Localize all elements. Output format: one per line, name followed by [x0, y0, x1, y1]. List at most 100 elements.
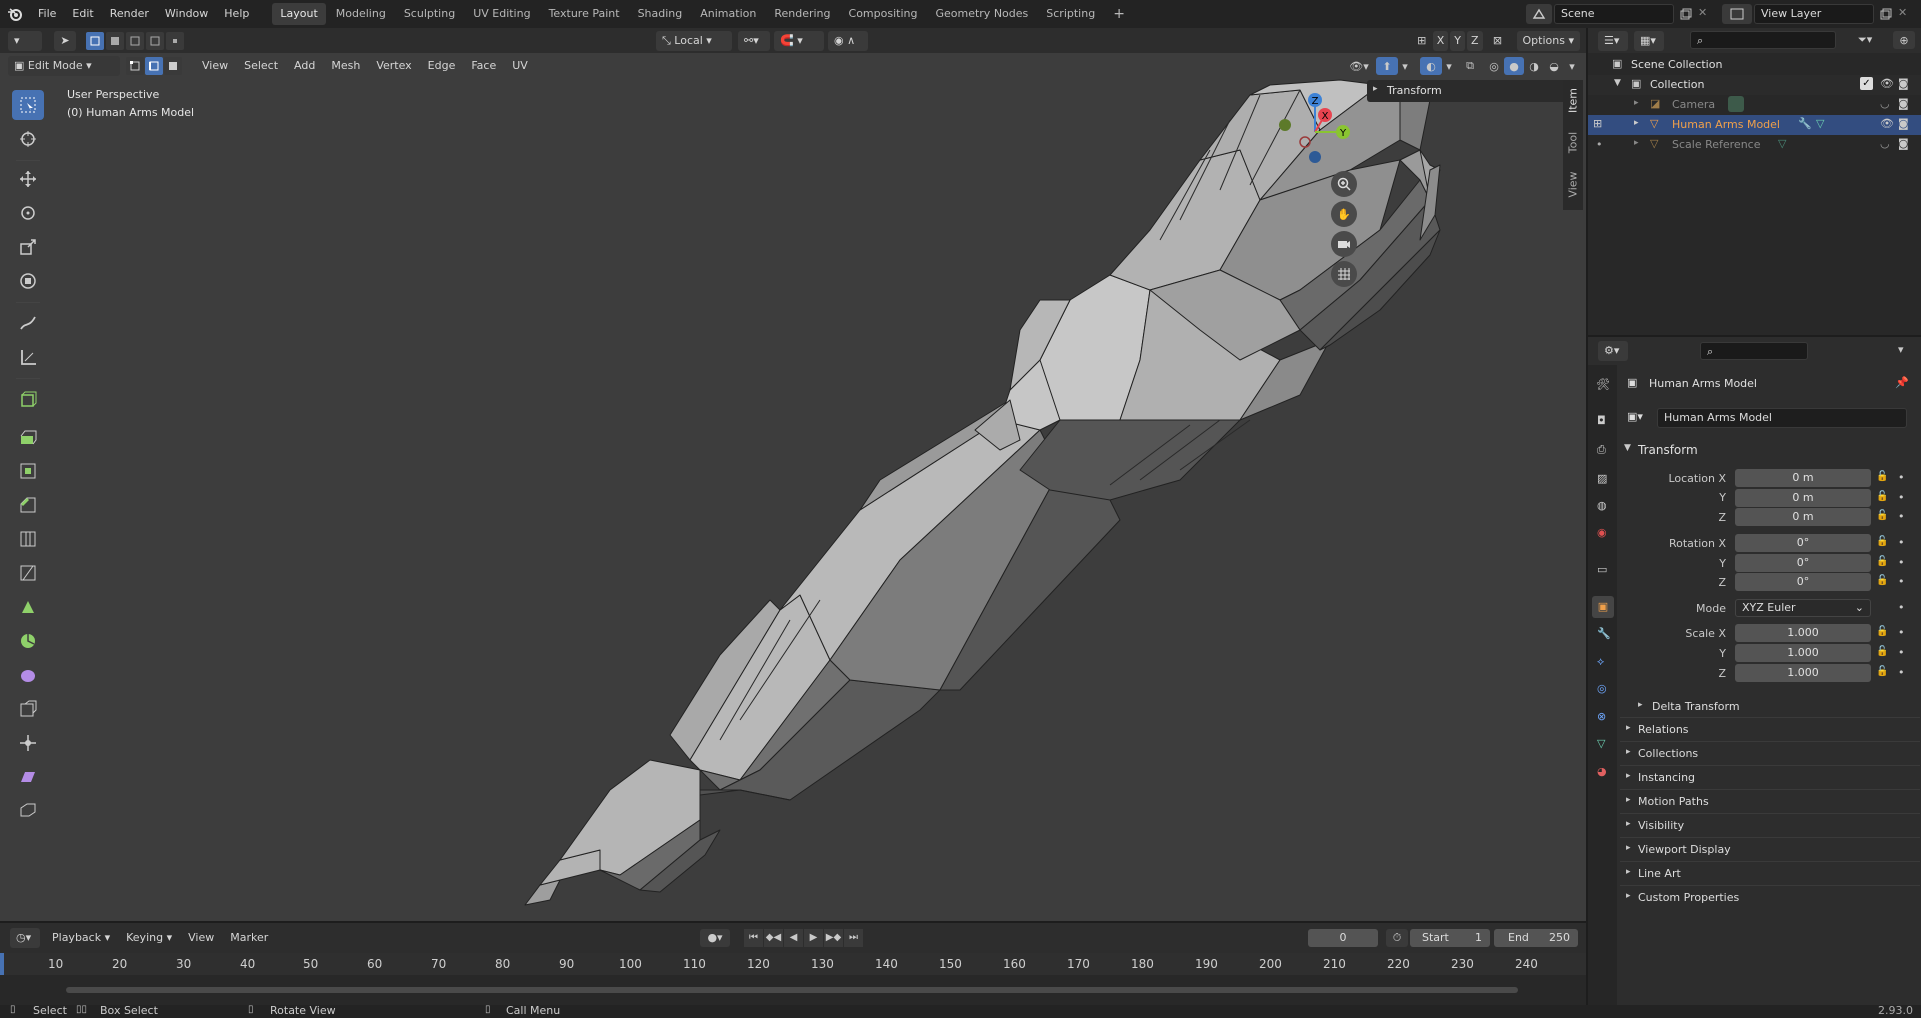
jump-keyframe-back-icon[interactable]: ◆◀	[764, 929, 783, 947]
view-layer-field[interactable]: View Layer	[1754, 4, 1874, 24]
tab-item[interactable]: Item	[1567, 83, 1580, 119]
current-frame-field[interactable]: 0	[1308, 929, 1378, 947]
start-frame-field[interactable]: Start 1	[1410, 929, 1490, 947]
tab-material-icon[interactable]: ◕	[1597, 765, 1607, 778]
scale-y-field[interactable]: 1.000	[1735, 644, 1871, 662]
new-collection-icon[interactable]: ⊕	[1893, 31, 1915, 49]
pan-view-icon[interactable]: ✋	[1331, 201, 1357, 227]
keyframe-dot-icon[interactable]: •	[1898, 536, 1905, 549]
location-y-field[interactable]: 0 m	[1735, 489, 1871, 507]
delta-expand-icon[interactable]: ▸	[1638, 700, 1643, 710]
rotation-mode-dropdown[interactable]: XYZ Euler ⌄	[1735, 599, 1871, 617]
section-line-art[interactable]: ▸ Line Art	[1620, 861, 1920, 883]
outliner-row-collection[interactable]: ▼ ▣ Collection ✓ 👁 ◙	[1588, 75, 1921, 95]
section-collections[interactable]: ▸ Collections	[1620, 741, 1920, 763]
properties-editor-type-button[interactable]: ⚙▾	[1598, 341, 1628, 361]
section-instancing[interactable]: ▸ Instancing	[1620, 765, 1920, 787]
menu-marker[interactable]: Marker	[222, 923, 276, 953]
filter-icon[interactable]: ⏷▾	[1858, 33, 1872, 47]
view-layer-copy-icon[interactable]	[1876, 4, 1896, 24]
camera-render-icon[interactable]: ◙	[1898, 97, 1909, 110]
play-icon[interactable]: ▶	[804, 929, 823, 947]
mesh-data-icon[interactable]: ▽	[1816, 117, 1824, 130]
properties-options-icon[interactable]: ▾	[1898, 343, 1904, 356]
tab-view-layer-icon[interactable]: ▨	[1597, 472, 1607, 485]
eye-closed-icon[interactable]: ◡	[1880, 137, 1890, 150]
location-x-field[interactable]: 0 m	[1735, 469, 1871, 487]
lock-icon[interactable]: 🔓	[1876, 510, 1888, 521]
pin-icon[interactable]: 📌	[1895, 376, 1909, 389]
lock-icon[interactable]: 🔓	[1876, 646, 1888, 657]
menu-playback[interactable]: Playback ▾	[44, 923, 118, 953]
camera-data-icon[interactable]	[1728, 96, 1744, 112]
data-block-name-field[interactable]: Human Arms Model	[1657, 408, 1907, 428]
view-layer-close-icon[interactable]: ✕	[1898, 6, 1907, 19]
outliner-editor-type-button[interactable]: ☰▾	[1598, 30, 1628, 51]
scale-x-field[interactable]: 1.000	[1735, 624, 1871, 642]
data-block-selector[interactable]: ▣▾ Human Arms Model	[1625, 408, 1908, 428]
section-custom-properties[interactable]: ▸ Custom Properties	[1620, 885, 1920, 907]
delta-transform-subpanel[interactable]: ▸ Delta Transform	[1636, 698, 1906, 716]
zoom-view-icon[interactable]	[1331, 171, 1357, 197]
tab-data-icon[interactable]: ▽	[1597, 737, 1605, 750]
tab-physics-icon[interactable]: ◎	[1597, 682, 1607, 695]
tab-output-icon[interactable]: ⎙	[1597, 443, 1606, 457]
keyframe-dot-icon[interactable]: •	[1898, 575, 1905, 588]
outliner-row-scale-reference[interactable]: • ▸ ▽ Scale Reference ▽ ◡ ◙	[1588, 135, 1921, 155]
jump-end-icon[interactable]: ⏭	[844, 929, 863, 947]
lock-icon[interactable]: 🔓	[1876, 536, 1888, 547]
human-arms-expand-icon[interactable]: ▸	[1634, 118, 1639, 128]
eye-icon[interactable]: 👁	[1880, 77, 1894, 90]
camera-render-icon[interactable]: ◙	[1898, 77, 1909, 90]
transform-expand-icon[interactable]: ▼	[1624, 443, 1631, 453]
eye-closed-icon[interactable]: ◡	[1880, 97, 1890, 110]
keyframe-dot-icon[interactable]: •	[1898, 510, 1905, 523]
tab-constraints-icon[interactable]: ⊗	[1597, 710, 1606, 723]
timeline-ruler[interactable]	[0, 953, 1586, 975]
edit-mode-indicator-icon[interactable]: ⊞	[1593, 117, 1602, 130]
section-motion-paths[interactable]: ▸ Motion Paths	[1620, 789, 1920, 811]
camera-render-icon[interactable]: ◙	[1898, 137, 1909, 150]
lock-icon[interactable]: 🔓	[1876, 471, 1888, 482]
keyframe-dot-icon[interactable]: •	[1898, 601, 1905, 614]
timeline-scrollbar[interactable]	[66, 987, 1518, 993]
collection-checkbox[interactable]: ✓	[1860, 77, 1873, 90]
outliner-row-scene-collection[interactable]: ▣ Scene Collection	[1588, 55, 1921, 75]
scene-copy-icon[interactable]	[1676, 4, 1696, 24]
rotation-z-field[interactable]: 0°	[1735, 573, 1871, 591]
keyframe-dot-icon[interactable]: •	[1898, 491, 1905, 504]
data-block-type-icon[interactable]: ▣▾	[1627, 410, 1643, 423]
keyframe-dot-icon[interactable]: •	[1898, 556, 1905, 569]
keyframe-dot-icon[interactable]: •	[1898, 626, 1905, 639]
record-button[interactable]: ●▾	[700, 929, 730, 947]
timeline-editor-type-button[interactable]: ◷▾	[10, 928, 40, 948]
lock-icon[interactable]: 🔓	[1876, 491, 1888, 502]
tab-collection-icon[interactable]: ▭	[1597, 563, 1607, 576]
stopwatch-icon[interactable]: ⏱	[1386, 929, 1408, 947]
location-z-field[interactable]: 0 m	[1735, 508, 1871, 526]
jump-keyframe-forward-icon[interactable]: ▶◆	[824, 929, 843, 947]
keyframe-dot-icon[interactable]: •	[1898, 666, 1905, 679]
outliner-row-camera[interactable]: ▸ ◪ Camera ◡ ◙	[1588, 95, 1921, 115]
scale-ref-expand-icon[interactable]: ▸	[1634, 138, 1639, 148]
tab-scene-icon[interactable]: ◍	[1597, 499, 1607, 512]
end-frame-field[interactable]: End 250	[1494, 929, 1578, 947]
n-panel-title[interactable]: Transform	[1387, 84, 1442, 97]
outliner-search-input[interactable]: ⌕	[1690, 31, 1836, 49]
section-viewport-display[interactable]: ▸ Viewport Display	[1620, 837, 1920, 859]
view-layer-icon[interactable]	[1722, 4, 1752, 24]
keyframe-dot-icon[interactable]: •	[1898, 471, 1905, 484]
camera-expand-icon[interactable]: ▸	[1634, 98, 1639, 108]
eye-icon[interactable]: 👁	[1880, 117, 1894, 130]
jump-start-icon[interactable]: ⏮	[744, 929, 763, 947]
outliner-row-human-arms-model[interactable]: ⊞ ▸ ▽ Human Arms Model 🔧 ▽ 👁 ◙	[1588, 115, 1921, 135]
tab-modifier-icon[interactable]: 🔧	[1597, 627, 1611, 640]
navigation-gizmo[interactable]: Z X Y	[1270, 90, 1350, 170]
playhead[interactable]	[0, 953, 4, 975]
tab-tool[interactable]: Tool	[1567, 125, 1580, 161]
tab-world-icon[interactable]: ◉	[1597, 526, 1607, 539]
collection-expand-icon[interactable]: ▼	[1614, 78, 1621, 88]
mesh-data-icon[interactable]: ▽	[1778, 137, 1786, 150]
section-visibility[interactable]: ▸ Visibility	[1620, 813, 1920, 835]
n-panel-expand-icon[interactable]: ▸	[1373, 84, 1378, 94]
